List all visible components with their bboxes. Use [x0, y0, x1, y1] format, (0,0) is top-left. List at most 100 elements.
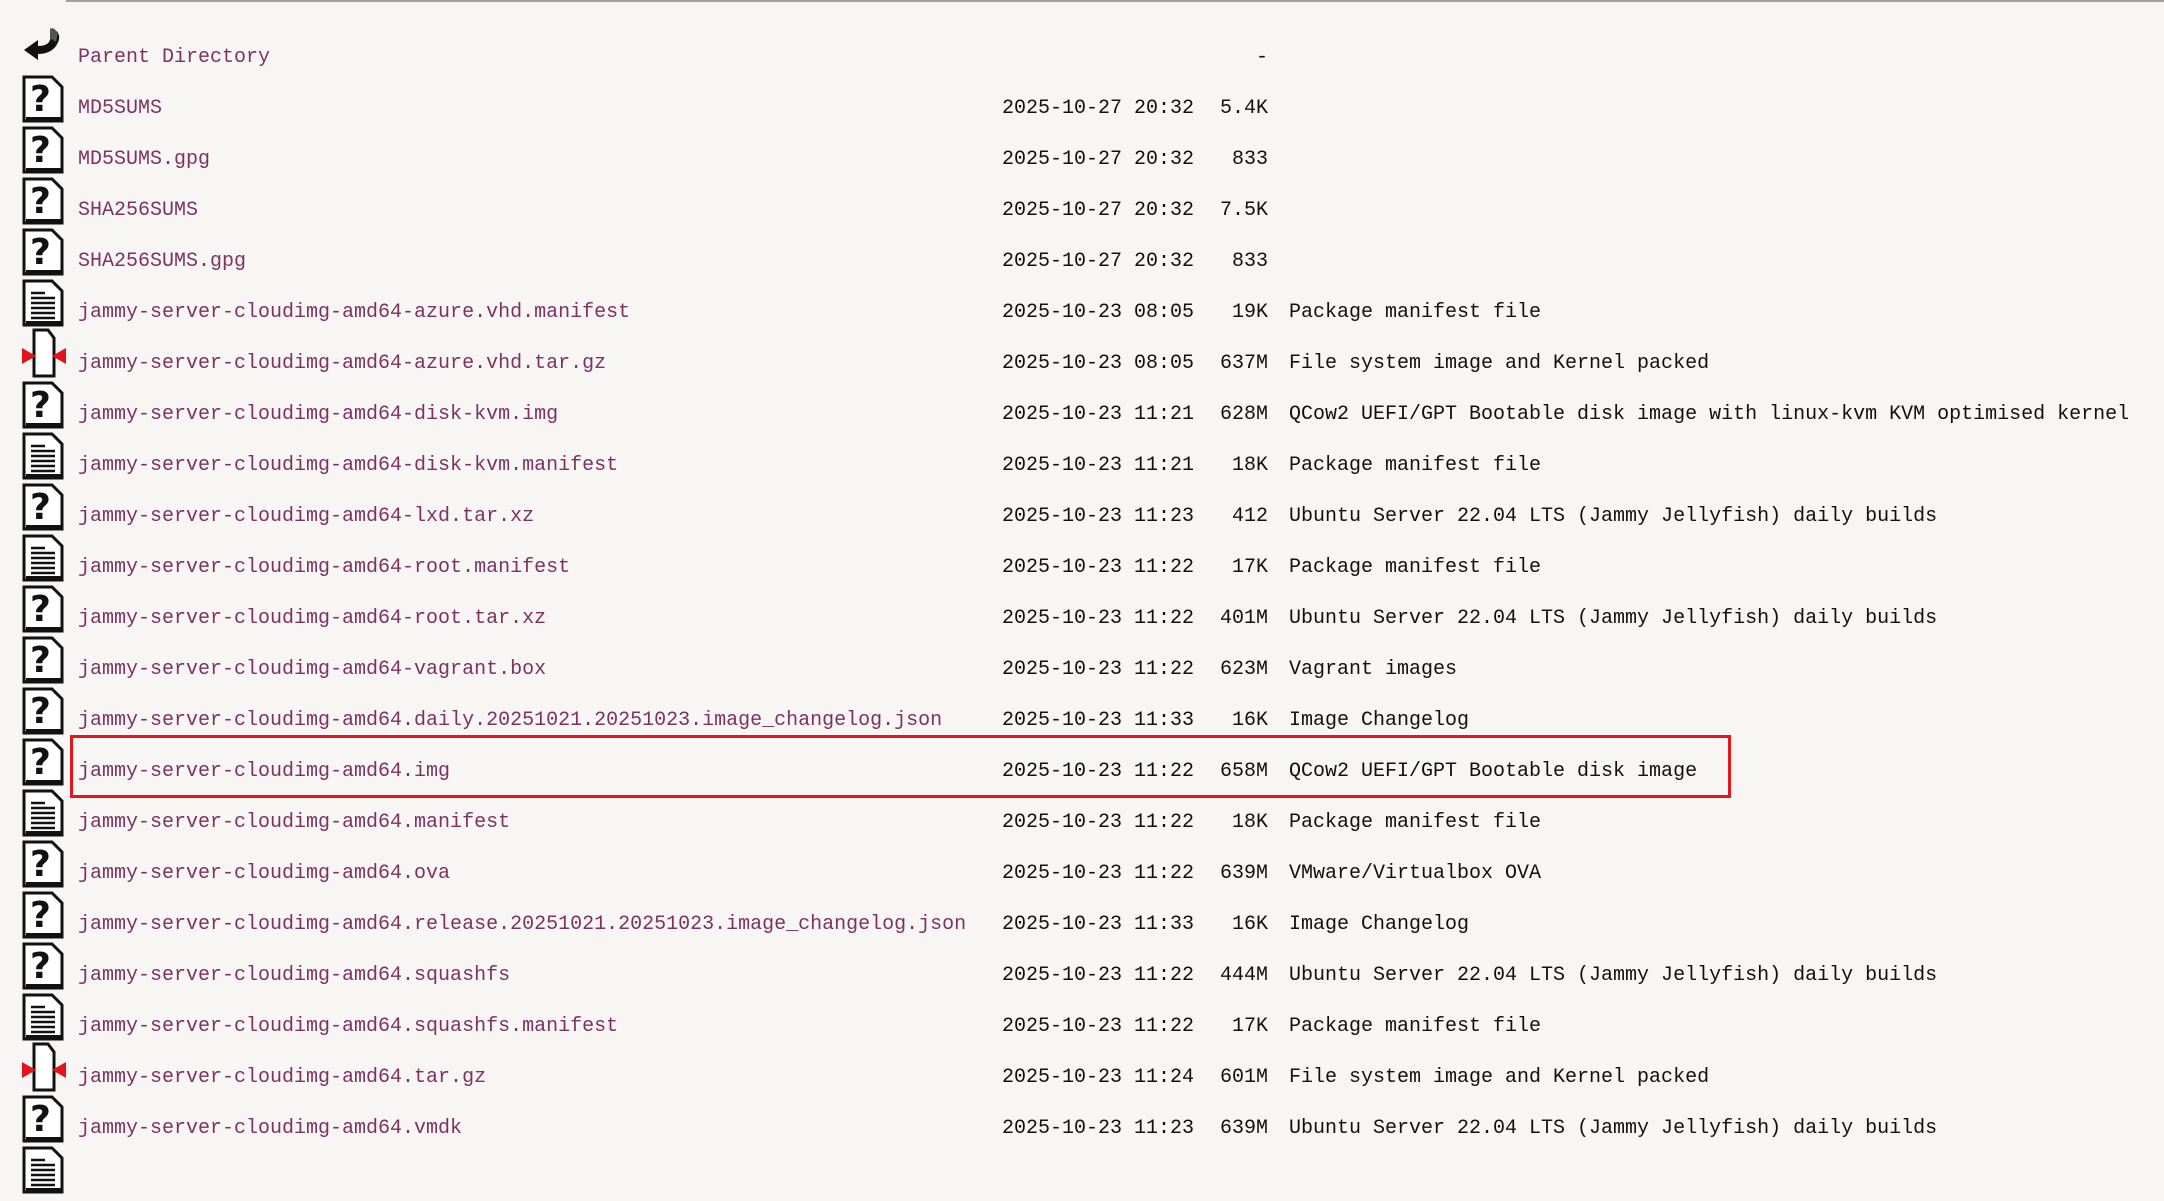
unknown-file-icon: ? — [22, 124, 66, 174]
svg-text:?: ? — [30, 640, 51, 681]
modified-date: 2025-10-23 11:22 — [1002, 964, 1195, 987]
unknown-file-icon: ? — [22, 634, 66, 684]
file-description: Package manifest file — [1289, 811, 1542, 834]
file-description: Ubuntu Server 22.04 LTS (Jammy Jellyfish… — [1289, 1117, 1938, 1140]
file-size: 833 — [1231, 250, 1268, 273]
file-description: QCow2 UEFI/GPT Bootable disk image — [1289, 760, 1698, 783]
file-name-link[interactable]: jammy-server-cloudimg-amd64.daily.202510… — [78, 709, 942, 732]
modified-date: 2025-10-23 11:33 — [1002, 709, 1195, 732]
table-row: jammy-server-cloudimg-amd64-disk-kvm.man… — [0, 432, 2164, 483]
file-description: Ubuntu Server 22.04 LTS (Jammy Jellyfish… — [1289, 964, 1938, 987]
unknown-file-icon: ? — [22, 1093, 66, 1143]
svg-text:?: ? — [30, 895, 51, 936]
file-name-link[interactable]: jammy-server-cloudimg-amd64-disk-kvm.img — [78, 403, 558, 426]
file-name-link[interactable]: jammy-server-cloudimg-amd64.img — [78, 760, 450, 783]
modified-date: 2025-10-23 11:21 — [1002, 454, 1195, 477]
modified-date: 2025-10-23 11:22 — [1002, 556, 1195, 579]
file-description: Vagrant images — [1289, 658, 1458, 681]
file-size: 17K — [1231, 556, 1268, 579]
file-name-link[interactable]: jammy-server-cloudimg-amd64-azure.vhd.ta… — [78, 352, 606, 375]
table-row: ? jammy-server-cloudimg-amd64-lxd.tar.xz 2… — [0, 483, 2164, 534]
svg-text:?: ? — [30, 1099, 51, 1140]
svg-text:?: ? — [30, 130, 51, 171]
file-name-link[interactable]: jammy-server-cloudimg-amd64.vmdk — [78, 1117, 462, 1140]
modified-date: 2025-10-23 11:22 — [1002, 1015, 1195, 1038]
compressed-file-icon — [22, 1042, 66, 1092]
top-rule — [66, 0, 2164, 2]
file-size: 658M — [1219, 760, 1268, 783]
text-file-icon — [22, 991, 66, 1041]
modified-date: 2025-10-23 11:22 — [1002, 811, 1195, 834]
file-name-link[interactable]: jammy-server-cloudimg-amd64.squashfs — [78, 964, 510, 987]
file-listing: Parent Directory -? MD5SUMS 2025-10-27 20:3… — [0, 24, 2164, 1197]
file-description: Package manifest file — [1289, 454, 1542, 477]
file-name-link[interactable]: jammy-server-cloudimg-amd64.squashfs.man… — [78, 1015, 618, 1038]
file-name-link[interactable]: jammy-server-cloudimg-amd64.tar.gz — [78, 1066, 486, 1089]
file-description: Ubuntu Server 22.04 LTS (Jammy Jellyfish… — [1289, 505, 1938, 528]
file-size: 639M — [1219, 862, 1268, 885]
compressed-file-icon — [22, 328, 66, 378]
svg-text:?: ? — [30, 232, 51, 273]
file-size: 17K — [1231, 1015, 1268, 1038]
file-description: Package manifest file — [1289, 556, 1542, 579]
unknown-file-icon: ? — [22, 481, 66, 531]
table-row: ? SHA256SUMS 2025-10-27 20:32 7.5K — [0, 177, 2164, 228]
file-name-link[interactable]: jammy-server-cloudimg-amd64-disk-kvm.man… — [78, 454, 618, 477]
table-row: ? jammy-server-cloudimg-amd64-vagrant.box… — [0, 636, 2164, 687]
file-size: 444M — [1219, 964, 1268, 987]
file-name-link[interactable]: jammy-server-cloudimg-amd64-vagrant.box — [78, 658, 546, 681]
file-name-link[interactable]: jammy-server-cloudimg-amd64.release.2025… — [78, 913, 966, 936]
modified-date: 2025-10-27 20:32 — [1002, 250, 1195, 273]
svg-text:?: ? — [30, 844, 51, 885]
table-row: jammy-server-cloudimg-amd64.squashfs.man… — [0, 993, 2164, 1044]
file-name-link[interactable]: Parent Directory — [78, 46, 270, 69]
modified-date: 2025-10-23 11:23 — [1002, 505, 1195, 528]
file-size: 18K — [1231, 454, 1268, 477]
text-file-icon — [22, 787, 66, 837]
table-row: ? MD5SUMS 2025-10-27 20:32 5.4K — [0, 75, 2164, 126]
file-name-link[interactable]: jammy-server-cloudimg-amd64.ova — [78, 862, 450, 885]
modified-date: 2025-10-23 11:24 — [1002, 1066, 1195, 1089]
file-name-link[interactable]: jammy-server-cloudimg-amd64-azure.vhd.ma… — [78, 301, 630, 324]
text-file-icon — [22, 430, 66, 480]
modified-date: 2025-10-23 11:33 — [1002, 913, 1195, 936]
table-row: ? SHA256SUMS.gpg 2025-10-27 20:32 833 — [0, 228, 2164, 279]
table-row: jammy-server-cloudimg-amd64-azure.vhd.ma… — [0, 279, 2164, 330]
file-name-link[interactable]: MD5SUMS.gpg — [78, 148, 210, 171]
file-description: Ubuntu Server 22.04 LTS (Jammy Jellyfish… — [1289, 607, 1938, 630]
unknown-file-icon: ? — [22, 889, 66, 939]
table-row: ? jammy-server-cloudimg-amd64.daily.20251… — [0, 687, 2164, 738]
table-row: ? jammy-server-cloudimg-amd64-disk-kvm.im… — [0, 381, 2164, 432]
svg-text:?: ? — [30, 589, 51, 630]
file-size: 601M — [1219, 1066, 1268, 1089]
unknown-file-icon: ? — [22, 73, 66, 123]
unknown-file-icon: ? — [22, 583, 66, 633]
modified-date: 2025-10-23 11:22 — [1002, 862, 1195, 885]
svg-text:?: ? — [30, 181, 51, 222]
file-description: Image Changelog — [1289, 709, 1470, 732]
table-row: Parent Directory - — [0, 24, 2164, 75]
file-size: 833 — [1231, 148, 1268, 171]
table-row: ? jammy-server-cloudimg-amd64.ova 2025-10-… — [0, 840, 2164, 891]
file-name-link[interactable]: jammy-server-cloudimg-amd64-root.tar.xz — [78, 607, 546, 630]
unknown-file-icon: ? — [22, 940, 66, 990]
file-size: 16K — [1231, 709, 1268, 732]
file-name-link[interactable]: SHA256SUMS.gpg — [78, 250, 246, 273]
modified-date: 2025-10-23 11:22 — [1002, 760, 1195, 783]
table-row: ? jammy-server-cloudimg-amd64-root.tar.xz… — [0, 585, 2164, 636]
file-name-link[interactable]: SHA256SUMS — [78, 199, 198, 222]
unknown-file-icon: ? — [22, 226, 66, 276]
svg-text:?: ? — [30, 742, 51, 783]
table-row: ? jammy-server-cloudimg-amd64.squashfs 202… — [0, 942, 2164, 993]
file-size: 16K — [1231, 913, 1268, 936]
table-row: ? MD5SUMS.gpg 2025-10-27 20:32 833 — [0, 126, 2164, 177]
file-name-link[interactable]: jammy-server-cloudimg-amd64-root.manifes… — [78, 556, 570, 579]
file-name-link[interactable]: MD5SUMS — [78, 97, 162, 120]
file-name-link[interactable]: jammy-server-cloudimg-amd64.manifest — [78, 811, 510, 834]
modified-date: 2025-10-23 11:22 — [1002, 607, 1195, 630]
svg-text:?: ? — [30, 946, 51, 987]
file-description: Package manifest file — [1289, 1015, 1542, 1038]
file-description: File system image and Kernel packed — [1289, 1066, 1710, 1089]
table-row: ? jammy-server-cloudimg-amd64.vmdk 2025-10… — [0, 1095, 2164, 1146]
file-name-link[interactable]: jammy-server-cloudimg-amd64-lxd.tar.xz — [78, 505, 534, 528]
